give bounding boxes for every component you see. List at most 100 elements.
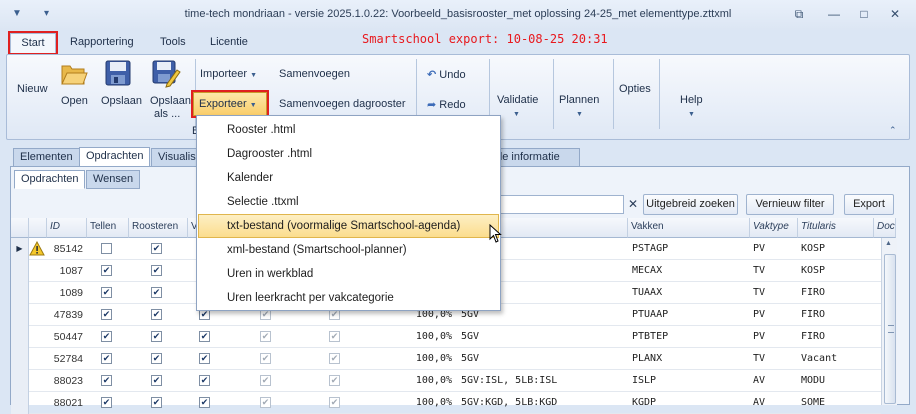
export-menu-item[interactable]: xml-bestand (Smartschool-planner) (198, 238, 499, 262)
save-as-label-1[interactable]: Opslaan (150, 95, 191, 107)
refresh-filter-button[interactable]: Vernieuw filter (746, 194, 834, 215)
roosteren-checkbox[interactable]: ✔ (151, 375, 162, 386)
export-grid-button[interactable]: Export (844, 194, 894, 215)
advanced-search-button[interactable]: Uitgebreid zoeken (643, 194, 738, 215)
roosteren-checkbox[interactable]: ✔ (151, 309, 162, 320)
roosteren-checkbox[interactable]: ✔ (151, 397, 162, 408)
merge-day-schedule-button[interactable]: Samenvoegen dagrooster (279, 98, 406, 110)
restore-icon[interactable]: ⧉ (790, 6, 808, 22)
save-as-label-2[interactable]: als ... (154, 108, 180, 120)
roosteren-checkbox[interactable]: ✔ (151, 243, 162, 254)
export-menu-item[interactable]: Rooster .html (198, 118, 499, 142)
roosteren-checkbox[interactable]: ✔ (151, 353, 162, 364)
cell-titularis: FIRO (801, 309, 826, 320)
table-row[interactable]: 50447 ✔ ✔ ✔ ✔ ✔ 100,0% 5GV PTBTEP PV FIRO (11, 326, 881, 348)
tellen-checkbox[interactable]: ✔ (101, 397, 112, 408)
column-header-id[interactable]: ID (47, 218, 87, 238)
cell-id: 88023 (53, 375, 83, 387)
import-dropdown[interactable]: Importeer ▼ (200, 68, 257, 80)
roosteren-checkbox[interactable]: ✔ (151, 287, 162, 298)
tellen-checkbox[interactable]: ✔ (101, 375, 112, 386)
export-menu-item[interactable]: txt-bestand (voormalige Smartschool-agen… (198, 214, 499, 238)
collapse-ribbon-icon[interactable]: ⌃ (889, 125, 897, 136)
v-checkbox[interactable]: ✔ (199, 375, 210, 386)
redo-button[interactable]: ➦ Redo (427, 98, 466, 111)
undo-button[interactable]: ↶ Undo (427, 68, 466, 81)
roosteren-checkbox[interactable]: ✔ (151, 265, 162, 276)
options-button[interactable]: Opties (619, 83, 651, 95)
export-menu-item[interactable]: Kalender (198, 166, 499, 190)
maximize-icon[interactable]: □ (855, 6, 873, 22)
clear-search-icon[interactable]: ✕ (626, 196, 640, 213)
row-selector[interactable] (11, 348, 29, 370)
scrollbar-thumb[interactable] (884, 254, 896, 404)
dropdown-arrow-icon: ▼ (576, 111, 583, 118)
minimize-icon[interactable]: — (825, 6, 843, 22)
table-row[interactable]: 88021 ✔ ✔ ✔ ✔ ✔ 100,0% 5GV:KGD, 5LB:KGD KGDP AV SO… (11, 392, 881, 414)
open-folder-icon[interactable] (60, 60, 88, 89)
column-header-roosteren[interactable]: Roosteren (129, 218, 188, 238)
save-button[interactable]: Opslaan (101, 95, 142, 107)
export-menu-item[interactable]: Uren in werkblad (198, 262, 499, 286)
export-menu-item[interactable]: Dagrooster .html (198, 142, 499, 166)
column-header-docent[interactable]: Doc (874, 218, 896, 238)
subtab-opdrachten[interactable]: Opdrachten (14, 170, 86, 189)
vertical-scrollbar[interactable]: ▲ (881, 238, 897, 405)
import-label: Importeer (200, 68, 248, 80)
help-dropdown[interactable]: Help (680, 94, 703, 106)
save-disk-icon[interactable] (105, 60, 131, 89)
cell-percent: 100,0% (415, 375, 452, 386)
cell-titularis: KOSP (801, 265, 826, 276)
row-selector[interactable]: ▶ (11, 238, 29, 260)
mouse-cursor-icon (489, 223, 503, 247)
open-button[interactable]: Open (61, 95, 88, 107)
tab-opdrachten[interactable]: Opdrachten (79, 147, 151, 167)
cell-vak: PTBTEP (632, 331, 669, 342)
undo-icon: ↶ (427, 69, 437, 81)
v-checkbox[interactable]: ✔ (199, 397, 210, 408)
tellen-checkbox[interactable]: ✔ (101, 287, 112, 298)
tellen-checkbox[interactable]: ✔ (101, 331, 112, 342)
export-dropdown-label[interactable]: Exporteer ▼ (199, 98, 257, 110)
subtab-wensen[interactable]: Wensen (86, 170, 141, 189)
merge-button[interactable]: Samenvoegen (279, 68, 350, 80)
row-selector[interactable] (11, 260, 29, 282)
table-row[interactable]: 52784 ✔ ✔ ✔ ✔ ✔ 100,0% 5GV PLANX TV Vacant (11, 348, 881, 370)
column-header-vaktype[interactable]: Vaktype (750, 218, 798, 238)
row-selector[interactable] (11, 282, 29, 304)
column-header-vakken[interactable]: Vakken (628, 218, 750, 238)
v-checkbox[interactable]: ✔ (199, 331, 210, 342)
tellen-checkbox[interactable]: ✔ (101, 309, 112, 320)
row-selector[interactable] (11, 392, 29, 414)
new-button[interactable]: Nieuw (17, 83, 48, 95)
ribbon-separator (553, 59, 554, 129)
cell-vak: PLANX (632, 353, 663, 364)
cell-klas: 5GV:KGD, 5LB:KGD (461, 397, 558, 408)
search-input[interactable] (498, 195, 624, 214)
scroll-up-icon[interactable]: ▲ (885, 240, 892, 247)
tab-licentie[interactable]: Licentie (202, 33, 256, 53)
tellen-checkbox[interactable]: ✔ (101, 265, 112, 276)
table-row[interactable]: 88023 ✔ ✔ ✔ ✔ ✔ 100,0% 5GV:ISL, 5LB:ISL ISLP AV MO… (11, 370, 881, 392)
export-menu-item[interactable]: Uren leerkracht per vakcategorie (198, 286, 499, 310)
row-selector[interactable] (11, 326, 29, 348)
column-header-tellen[interactable]: Tellen (87, 218, 129, 238)
export-menu-item[interactable]: Selectie .ttxml (198, 190, 499, 214)
close-icon[interactable]: ✕ (886, 6, 904, 22)
row-selector[interactable] (11, 304, 29, 326)
tab-visualisatie[interactable]: Visualisa (151, 148, 202, 167)
tellen-checkbox[interactable]: ✔ (101, 353, 112, 364)
tab-elementen[interactable]: Elementen (13, 148, 80, 167)
roosteren-checkbox[interactable]: ✔ (151, 331, 162, 342)
save-as-icon[interactable] (152, 58, 182, 91)
validation-dropdown[interactable]: Validatie (497, 94, 538, 106)
tab-start[interactable]: Start (8, 31, 58, 55)
cell-id: 52784 (53, 353, 83, 365)
tellen-checkbox[interactable]: ✔ (101, 243, 112, 254)
tab-tools[interactable]: Tools (152, 33, 194, 53)
column-header-titularis[interactable]: Titularis (798, 218, 874, 238)
plan-dropdown[interactable]: Plannen (559, 94, 599, 106)
v-checkbox[interactable]: ✔ (199, 353, 210, 364)
row-selector[interactable] (11, 370, 29, 392)
tab-rapportering[interactable]: Rapportering (62, 33, 142, 53)
